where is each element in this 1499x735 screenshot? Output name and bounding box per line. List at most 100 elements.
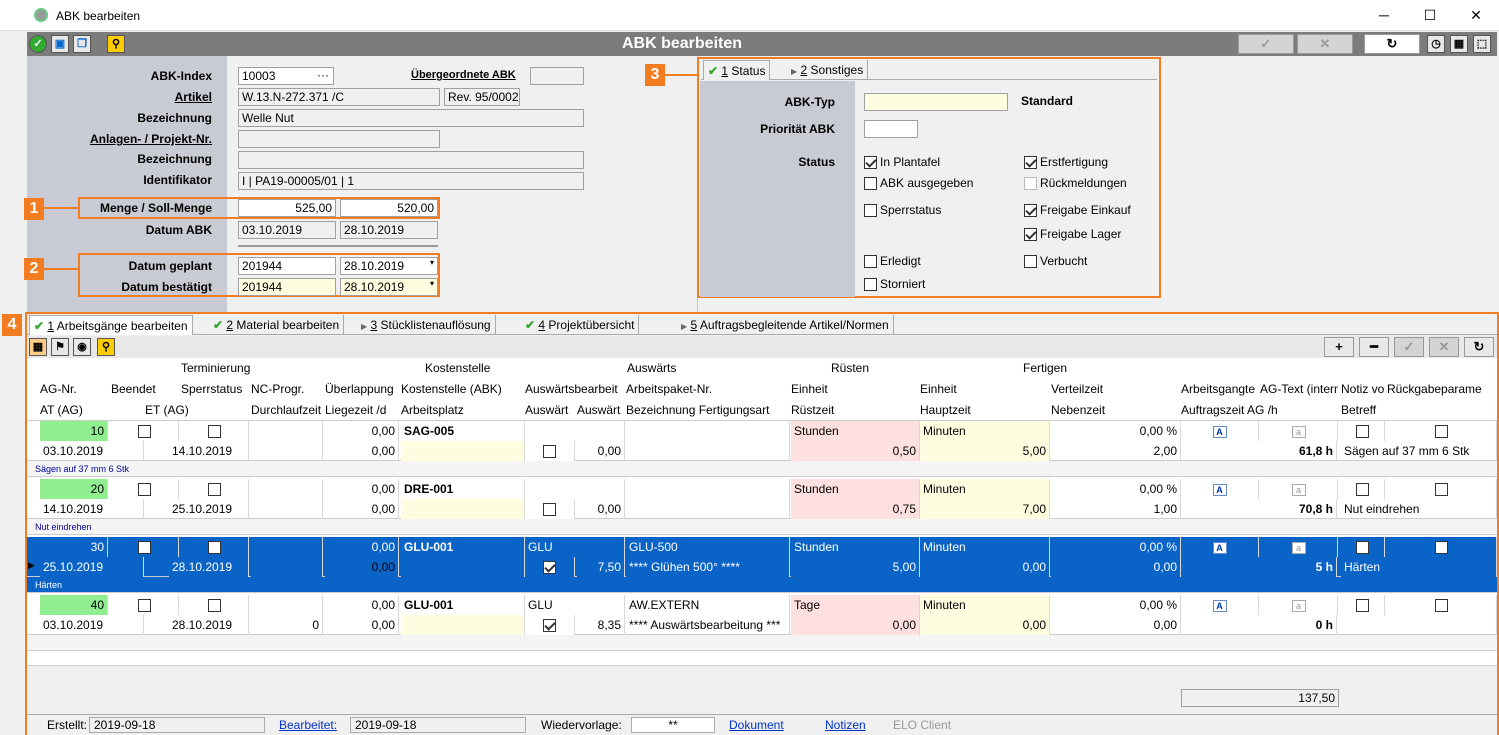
auswaerts-value-cell[interactable]: 7,50 xyxy=(577,557,625,577)
notizen-link[interactable]: Notizen xyxy=(825,718,866,732)
verteilzeit-cell[interactable]: 0,00 % xyxy=(1051,595,1181,615)
column-header[interactable]: Auswärtsbearbeit xyxy=(525,379,623,400)
text-note-icon[interactable]: a xyxy=(1291,426,1306,438)
column-header[interactable]: Kostenstelle (ABK) xyxy=(401,379,523,400)
auswaerts-checkbox[interactable] xyxy=(543,445,556,459)
beendet-checkbox[interactable] xyxy=(138,483,151,497)
tab-status[interactable]: ✔ 1 Status xyxy=(703,60,771,80)
ruestzeit-cell[interactable]: 5,00 xyxy=(791,557,920,577)
artikel-field[interactable]: W.13.N-272.371 /C xyxy=(238,88,440,106)
auswaerts-checkbox[interactable] xyxy=(543,561,556,575)
abk-ausgegeben-checkbox[interactable]: ABK ausgegeben xyxy=(864,176,973,190)
datum-geplant-kw-field[interactable]: 201944 xyxy=(238,257,336,275)
ag-text-cell[interactable]: a xyxy=(1260,479,1338,499)
freigabe-einkauf-checkbox[interactable]: Freigabe Einkauf xyxy=(1024,203,1131,217)
auswaerts-value-cell[interactable]: 0,00 xyxy=(577,499,625,519)
column-header[interactable]: Notiz vo xyxy=(1341,379,1385,400)
at-cell[interactable]: 14.10.2019 xyxy=(40,499,144,519)
ueberlappung-cell[interactable]: 0,00 xyxy=(325,537,399,557)
ag-text-cell[interactable]: a xyxy=(1260,595,1338,615)
ag-nr-cell[interactable]: 30 xyxy=(40,537,108,557)
tab-stuecklisten[interactable]: ▶ 3 Stücklistenauflösung xyxy=(357,315,496,335)
sperrstatus-checkbox[interactable] xyxy=(208,483,221,497)
tab-projektuebersicht[interactable]: ✔ 4 Projektübersicht xyxy=(521,315,640,335)
nebenzeit-cell[interactable]: 1,00 xyxy=(1051,499,1181,519)
ruestzeit-cell[interactable]: 0,00 xyxy=(791,615,920,635)
verteilzeit-cell[interactable]: 0,00 % xyxy=(1051,421,1181,441)
erstfertigung-checkbox[interactable]: Erstfertigung xyxy=(1024,155,1108,169)
chevron-down-icon[interactable]: ▾ xyxy=(430,258,434,267)
column-header[interactable]: Rückgabeparame xyxy=(1387,379,1495,400)
tab-arbeitsgaenge[interactable]: ✔ 1 Arbeitsgänge bearbeiten xyxy=(29,315,193,335)
arbeitsplatz-cell[interactable] xyxy=(401,557,525,577)
column-header[interactable]: Auftragszeit AG /h xyxy=(1181,400,1337,421)
arbeitsgangtext-cell[interactable]: A xyxy=(1181,421,1259,441)
search-icon[interactable]: ⚲ xyxy=(97,338,115,356)
liegezeit-cell[interactable]: 0,00 xyxy=(325,615,399,635)
checkbox-box[interactable] xyxy=(864,277,877,291)
refresh-button[interactable]: ↻ xyxy=(1364,34,1420,54)
liegezeit-cell[interactable]: 0,00 xyxy=(325,557,399,577)
liegezeit-cell[interactable]: 0,00 xyxy=(325,499,399,519)
column-header[interactable]: Liegezeit /d xyxy=(325,400,397,421)
ruest-einheit-cell[interactable]: Tage xyxy=(791,595,920,615)
nc-progr-cell[interactable] xyxy=(251,479,323,499)
column-header[interactable]: Nebenzeit xyxy=(1051,400,1175,421)
ag-nr-cell[interactable]: 40 xyxy=(40,595,108,615)
auswaerts-value-cell[interactable]: 8,35 xyxy=(577,615,625,635)
datum-bestaetigt-kw-field[interactable]: 201944 xyxy=(238,278,336,296)
text-edit-icon[interactable]: A xyxy=(1212,484,1227,496)
beendet-checkbox[interactable] xyxy=(138,425,151,439)
arbeitsgangtext-cell[interactable]: A xyxy=(1181,595,1259,615)
dokument-link[interactable]: Dokument xyxy=(729,718,784,732)
column-header[interactable]: Rüstzeit xyxy=(791,400,915,421)
text-note-icon[interactable]: a xyxy=(1291,600,1306,612)
arbeitspaket-cell[interactable]: GLU-500 xyxy=(626,537,790,557)
text-note-icon[interactable]: a xyxy=(1291,484,1306,496)
refresh-row-button[interactable]: ↻ xyxy=(1464,337,1494,357)
tab-auftragsbegleitende[interactable]: ▶ 5 Auftragsbegleitende Artikel/Normen xyxy=(677,315,894,335)
durchlaufzeit-cell[interactable] xyxy=(251,441,323,461)
add-row-button[interactable]: + xyxy=(1324,337,1354,357)
column-header[interactable]: Durchlaufzeit xyxy=(251,400,323,421)
betreff-cell[interactable]: Nut eindrehen xyxy=(1341,499,1497,519)
fertigen-einheit-cell[interactable]: Minuten xyxy=(920,479,1050,499)
arbeitsgangtext-cell[interactable]: A xyxy=(1181,537,1259,557)
column-header[interactable]: AG-Text (intern xyxy=(1260,379,1338,400)
bearbeitet-link[interactable]: Bearbeitet: xyxy=(279,718,337,732)
text-edit-icon[interactable]: A xyxy=(1212,542,1227,554)
column-header[interactable]: Überlappung xyxy=(325,379,397,400)
verbucht-checkbox[interactable]: Verbucht xyxy=(1024,254,1087,268)
auswaerts-cell[interactable] xyxy=(525,479,625,499)
artikel-link[interactable]: Artikel xyxy=(27,90,212,104)
anlagen-projekt-link[interactable]: Anlagen- / Projekt-Nr. xyxy=(27,132,212,146)
text-note-icon[interactable]: a xyxy=(1291,542,1306,554)
nebenzeit-cell[interactable]: 0,00 xyxy=(1051,557,1181,577)
checkbox-box[interactable] xyxy=(1024,176,1037,190)
ag-nr-cell[interactable]: 20 xyxy=(40,479,108,499)
column-header[interactable]: AG-Nr. xyxy=(40,379,108,400)
auswaerts-cell[interactable] xyxy=(525,421,625,441)
cancel-row-button[interactable]: ✕ xyxy=(1429,337,1459,357)
chevron-down-icon[interactable]: ▾ xyxy=(430,279,434,288)
soll-menge-field[interactable]: 520,00 xyxy=(340,199,438,217)
at-cell[interactable]: 03.10.2019 xyxy=(40,441,144,461)
column-header[interactable]: Arbeitsplatz xyxy=(401,400,523,421)
ag-nr-cell[interactable]: 10 xyxy=(40,421,108,441)
tab-sonstiges[interactable]: ▶ 2 Sonstiges xyxy=(787,60,869,80)
ruestzeit-cell[interactable]: 0,50 xyxy=(791,441,920,461)
erledigt-checkbox[interactable]: Erledigt xyxy=(864,254,921,268)
storniert-checkbox[interactable]: Storniert xyxy=(864,277,925,291)
cancel-button[interactable]: ✕ xyxy=(1297,34,1353,54)
column-header[interactable]: Verteilzeit xyxy=(1051,379,1175,400)
column-header[interactable]: Arbeitsgangte xyxy=(1181,379,1257,400)
anlagen-projekt-field[interactable] xyxy=(238,130,440,148)
durchlaufzeit-cell[interactable] xyxy=(251,499,323,519)
checkbox-box[interactable] xyxy=(1024,155,1037,169)
rueckgabe-checkbox[interactable] xyxy=(1435,483,1448,497)
ruest-einheit-cell[interactable]: Stunden xyxy=(791,479,920,499)
abk-index-lookup-button[interactable]: ··· xyxy=(317,68,329,82)
remove-row-button[interactable]: ━ xyxy=(1359,337,1389,357)
ruest-einheit-cell[interactable]: Stunden xyxy=(791,537,920,557)
column-header[interactable]: ET (AG) xyxy=(145,400,215,421)
